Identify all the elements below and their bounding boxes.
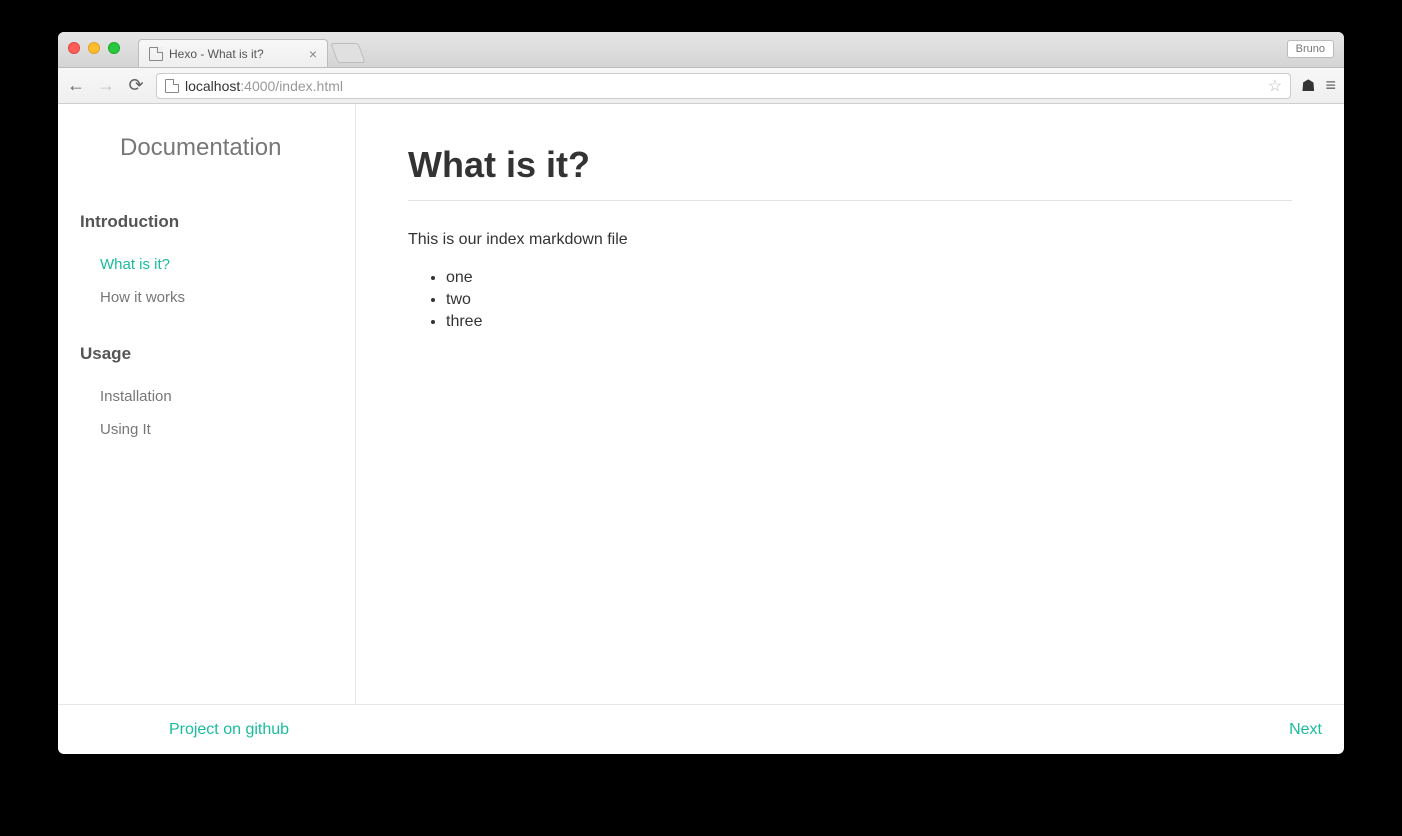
sidebar-item-using-it[interactable]: Using It (80, 413, 335, 446)
site-title: Documentation (120, 134, 335, 162)
sidebar-item-what-is-it[interactable]: What is it? (80, 248, 335, 281)
url-path: :4000/index.html (240, 78, 343, 94)
browser-window: Hexo - What is it? × Bruno ← → ⟳ localho… (58, 32, 1344, 754)
maximize-window-button[interactable] (108, 42, 120, 54)
forward-button[interactable]: → (96, 75, 116, 96)
page-title: What is it? (408, 144, 1292, 201)
list-item: three (446, 311, 1292, 333)
address-bar[interactable]: localhost:4000/index.html ☆ (156, 73, 1291, 99)
browser-toolbar: ← → ⟳ localhost:4000/index.html ☆ ☗ ≡ (58, 68, 1344, 104)
intro-paragraph: This is our index markdown file (408, 231, 1292, 249)
sidebar-section-usage: Usage Installation Using It (80, 344, 335, 446)
sidebar-item-how-it-works[interactable]: How it works (80, 281, 335, 314)
main-content: What is it? This is our index markdown f… (356, 104, 1344, 704)
close-window-button[interactable] (68, 42, 80, 54)
sidebar-item-installation[interactable]: Installation (80, 380, 335, 413)
content-list: one two three (446, 267, 1292, 333)
sidebar: Documentation Introduction What is it? H… (58, 104, 356, 704)
list-item: two (446, 289, 1292, 311)
project-github-link[interactable]: Project on github (169, 721, 289, 738)
section-title: Usage (80, 344, 335, 364)
page-icon (165, 79, 179, 93)
reload-button[interactable]: ⟳ (126, 75, 146, 96)
new-tab-button[interactable] (330, 43, 365, 63)
hamburger-menu-icon[interactable]: ≡ (1325, 75, 1336, 96)
window-titlebar: Hexo - What is it? × Bruno (58, 32, 1344, 68)
section-title: Introduction (80, 212, 335, 232)
bookmark-star-icon[interactable]: ☆ (1268, 76, 1282, 96)
back-button[interactable]: ← (66, 75, 86, 96)
page-icon (149, 47, 163, 61)
traffic-lights (68, 42, 120, 54)
page-footer: Project on github Next (58, 704, 1344, 754)
profile-badge[interactable]: Bruno (1287, 40, 1334, 58)
minimize-window-button[interactable] (88, 42, 100, 54)
url-host: localhost (185, 78, 240, 94)
tab-title: Hexo - What is it? (169, 47, 264, 61)
browser-tab[interactable]: Hexo - What is it? × (138, 39, 328, 67)
list-item: one (446, 267, 1292, 289)
close-tab-button[interactable]: × (309, 46, 317, 62)
page-content: Documentation Introduction What is it? H… (58, 104, 1344, 704)
sidebar-section-introduction: Introduction What is it? How it works (80, 212, 335, 314)
extension-icon[interactable]: ☗ (1301, 76, 1315, 96)
next-link[interactable]: Next (1289, 721, 1322, 738)
